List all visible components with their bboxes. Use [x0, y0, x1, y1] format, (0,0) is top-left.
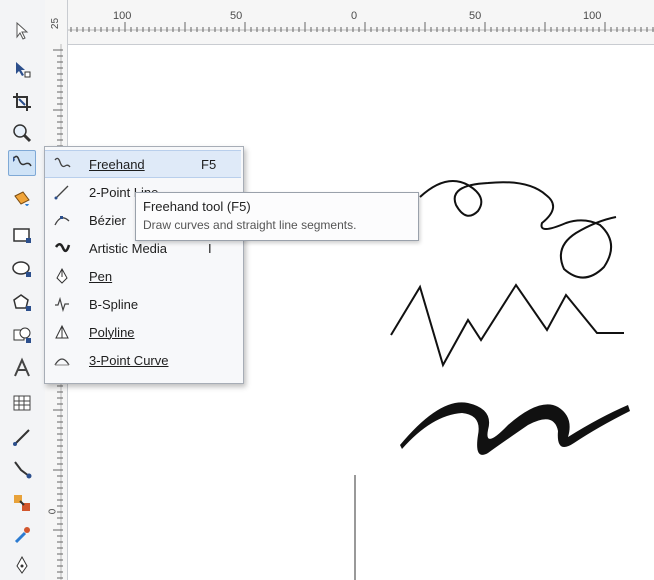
shape-tool-button[interactable] — [8, 56, 36, 82]
polyline-zigzag — [390, 283, 624, 368]
polygon-icon — [13, 294, 31, 311]
flyout-shortcut: F5 — [201, 156, 217, 172]
flyout-item-3-point-curve[interactable]: 3-Point Curve — [45, 346, 241, 374]
ellipse-icon — [12, 261, 31, 277]
tooltip-description: Draw curves and straight line segments. — [143, 218, 357, 232]
three-point-curve-icon — [51, 350, 73, 370]
magnifier-icon — [13, 124, 32, 143]
ruler-label: 100 — [583, 10, 602, 22]
pick-tool-button[interactable] — [8, 18, 36, 44]
zoom-tool-button[interactable] — [8, 120, 36, 146]
flyout-label: B-Spline — [89, 296, 139, 312]
flyout-label: 3-Point Curve — [89, 352, 169, 368]
flyout-label: Bézier — [89, 212, 126, 228]
basic-shapes-tool-button[interactable] — [8, 322, 36, 348]
dimension-tool-button[interactable] — [8, 424, 36, 450]
flyout-item-pen[interactable]: Pen — [45, 262, 241, 290]
curve-tools-flyout: Freehand F5 2-Point Line Bézier Artistic… — [44, 146, 244, 384]
tooltip-title: Freehand tool (F5) — [143, 199, 251, 214]
ruler-label: 0 — [47, 508, 59, 515]
horizontal-ruler-ticks — [64, 22, 654, 32]
pen-icon — [51, 266, 73, 286]
freehand-loop-curve — [419, 180, 617, 279]
pen-nib-icon — [16, 555, 28, 574]
horizontal-ruler: 100 50 0 50 100 — [45, 0, 654, 45]
crop-icon — [13, 93, 31, 111]
flyout-label: Freehand — [89, 156, 145, 172]
smart-fill-tool-button[interactable] — [8, 186, 36, 212]
rectangle-tool-button[interactable] — [8, 222, 36, 248]
polyline-icon — [51, 322, 73, 342]
polygon-tool-button[interactable] — [8, 290, 36, 316]
flyout-item-polyline[interactable]: Polyline — [45, 318, 241, 346]
bucket-icon — [14, 191, 30, 206]
artistic-media-stroke — [400, 402, 630, 455]
table-icon — [13, 395, 31, 411]
connector-icon — [14, 461, 32, 479]
ruler-label: 25 — [50, 17, 62, 30]
table-tool-button[interactable] — [8, 390, 36, 416]
blend-icon — [14, 495, 30, 511]
text-a-icon — [14, 357, 30, 377]
eyedropper-tool-button[interactable] — [8, 522, 36, 548]
connector-tool-button[interactable] — [8, 456, 36, 482]
flyout-item-freehand[interactable]: Freehand F5 — [45, 150, 241, 178]
freehand-tooltip: Freehand tool (F5) Draw curves and strai… — [135, 192, 419, 241]
arrow-icon — [16, 21, 29, 40]
rectangle-icon — [13, 228, 31, 243]
flyout-item-b-spline[interactable]: B-Spline — [45, 290, 241, 318]
basic-shapes-icon — [13, 327, 31, 343]
ruler-label: 100 — [113, 10, 132, 22]
text-tool-button[interactable] — [8, 355, 36, 381]
ruler-label: 50 — [230, 10, 243, 22]
two-point-line-icon — [51, 182, 73, 202]
flyout-shortcut: I — [208, 240, 212, 256]
freehand-tool-button[interactable] — [8, 150, 36, 176]
dimension-icon — [13, 429, 30, 446]
freehand-icon — [51, 154, 73, 174]
ellipse-tool-button[interactable] — [8, 256, 36, 282]
crop-tool-button[interactable] — [8, 89, 36, 115]
flyout-label: Pen — [89, 268, 113, 284]
toolbox — [0, 0, 46, 580]
artistic-media-icon — [51, 238, 73, 258]
flyout-label: Artistic Media — [89, 240, 168, 256]
b-spline-icon — [51, 294, 73, 314]
ruler-label: 50 — [469, 10, 482, 22]
flyout-label: Polyline — [89, 324, 135, 340]
eyedropper-icon — [14, 527, 30, 544]
ruler-label: 0 — [351, 10, 358, 22]
bezier-icon — [51, 210, 73, 230]
shape-edit-icon — [16, 62, 31, 78]
freehand-curve-icon — [13, 155, 32, 167]
outline-tool-button[interactable] — [8, 552, 36, 578]
interactive-tool-button[interactable] — [8, 490, 36, 516]
